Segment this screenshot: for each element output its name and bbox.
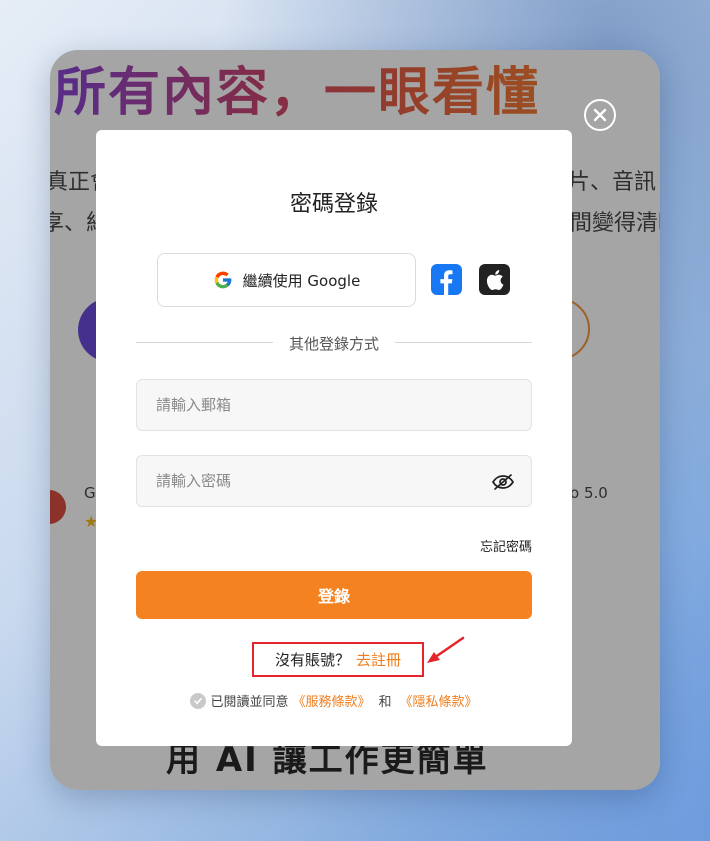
google-icon: [214, 271, 231, 289]
apple-icon: [486, 269, 503, 290]
login-button[interactable]: 登錄: [136, 571, 532, 619]
agreement-row: 已閱讀並同意 《服務條款》 和 《隱私條款》: [96, 691, 572, 710]
other-login-divider: 其他登錄方式: [288, 335, 379, 353]
close-button[interactable]: [584, 99, 616, 131]
login-modal: 密碼登錄 繼續使用 Google 其他登錄方式 忘記密碼 登錄: [96, 130, 572, 746]
modal-title: 密碼登錄: [289, 192, 378, 217]
agree-prefix-text: 已閱讀並同意: [210, 695, 289, 710]
check-icon: [194, 697, 203, 704]
google-login-label: 繼續使用 Google: [242, 271, 361, 290]
agree-checkbox[interactable]: [190, 692, 207, 709]
divider-line-right: [395, 342, 532, 343]
email-field[interactable]: [136, 379, 532, 431]
apple-login-button[interactable]: [479, 264, 510, 295]
password-input[interactable]: [137, 456, 531, 506]
register-link[interactable]: 去註冊: [356, 649, 401, 670]
google-login-button[interactable]: 繼續使用 Google: [157, 253, 416, 307]
forgot-password-link[interactable]: 忘記密碼: [480, 536, 532, 555]
password-field[interactable]: [136, 455, 532, 507]
facebook-icon: [440, 270, 453, 295]
terms-of-service-link[interactable]: 《服務條款》: [292, 691, 370, 710]
annotation-arrow-icon: [427, 636, 465, 663]
close-icon: [593, 108, 607, 122]
register-highlight-box: 沒有賬號？ 去註冊: [252, 642, 424, 677]
email-input[interactable]: [137, 380, 531, 430]
eye-off-icon[interactable]: [491, 470, 515, 494]
and-text: 和: [378, 695, 392, 710]
privacy-policy-link[interactable]: 《隱私條款》: [400, 691, 478, 710]
no-account-text: 沒有賬號？: [274, 651, 350, 669]
facebook-login-button[interactable]: [431, 264, 462, 295]
